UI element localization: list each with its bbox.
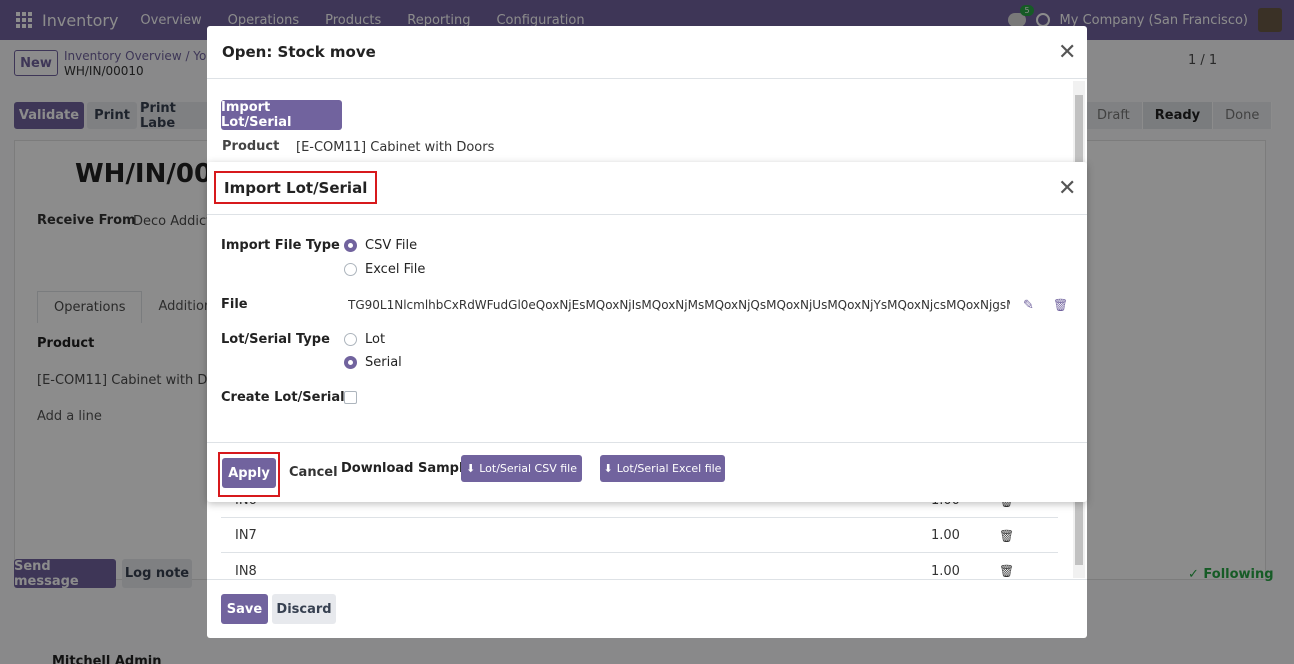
trash-icon[interactable]: 🗑 <box>999 564 1014 578</box>
stock-move-dialog-title: Open: Stock move <box>222 43 376 61</box>
trash-icon[interactable]: 🗑 <box>1053 298 1068 312</box>
import-dialog-header: Import Lot/Serial ✕ <box>207 162 1087 215</box>
radio-button[interactable] <box>344 263 357 276</box>
import-lot-serial-button[interactable]: Import Lot/Serial <box>221 100 342 130</box>
radio-lot[interactable]: Lot <box>344 332 385 347</box>
lot-quantity: 1.00 <box>931 563 960 579</box>
download-icon: ⬇ <box>603 462 613 475</box>
save-button[interactable]: Save <box>221 594 268 624</box>
radio-csv-label: CSV File <box>365 238 418 253</box>
radio-serial[interactable]: Serial <box>344 355 402 370</box>
download-excel-label: Lot/Serial Excel file <box>616 462 722 475</box>
radio-excel-file[interactable]: Excel File <box>344 262 425 277</box>
lot-name: IN7 <box>235 528 257 543</box>
radio-csv-file[interactable]: CSV File <box>344 238 417 253</box>
radio-excel-label: Excel File <box>365 262 426 277</box>
download-csv-label: Lot/Serial CSV file <box>479 462 577 475</box>
create-lot-serial-checkbox[interactable] <box>344 391 357 404</box>
import-file-type-label: Import File Type <box>221 238 340 253</box>
create-lot-serial-label: Create Lot/Serial ? <box>221 390 357 405</box>
file-field[interactable]: TG90L1NlcmlhbCxRdWFudGl0eQoxNjEsMQoxNjIs… <box>348 298 1010 312</box>
discard-button[interactable]: Discard <box>272 594 336 624</box>
radio-lot-label: Lot <box>365 332 386 347</box>
product-value[interactable]: [E-COM11] Cabinet with Doors <box>296 140 494 155</box>
import-lot-serial-dialog: Import Lot/Serial ✕ Import File Type CSV… <box>207 162 1087 502</box>
download-sample-label: Download Sample: <box>341 461 478 476</box>
download-csv-sample-button[interactable]: ⬇ Lot/Serial CSV file <box>461 455 582 482</box>
download-excel-sample-button[interactable]: ⬇ Lot/Serial Excel file <box>600 455 725 482</box>
apply-button[interactable]: Apply <box>222 458 276 488</box>
lot-quantity: 1.00 <box>931 528 960 543</box>
radio-button-checked[interactable] <box>344 239 357 252</box>
radio-serial-label: Serial <box>365 355 402 370</box>
close-icon[interactable]: ✕ <box>1058 178 1076 200</box>
radio-button-checked[interactable] <box>344 356 357 369</box>
pencil-edit-icon[interactable]: ✎ <box>1023 298 1034 313</box>
download-icon: ⬇ <box>466 462 476 475</box>
close-icon[interactable]: ✕ <box>1058 42 1076 64</box>
stock-move-dialog-header: Open: Stock move <box>207 26 1087 79</box>
lot-serial-type-label: Lot/Serial Type <box>221 332 330 347</box>
import-dialog-title: Import Lot/Serial <box>214 171 378 204</box>
stock-move-dialog-footer: Save Discard <box>207 579 1087 638</box>
radio-button[interactable] <box>344 333 357 346</box>
import-dialog-footer: Apply Cancel Download Sample: ⬇ Lot/Seri… <box>207 442 1087 502</box>
cancel-button[interactable]: Cancel <box>289 465 338 480</box>
table-row[interactable]: IN7 1.00 🗑 <box>221 519 1058 553</box>
trash-icon[interactable]: 🗑 <box>999 529 1014 543</box>
product-label: Product <box>222 139 280 154</box>
file-label: File <box>221 297 248 312</box>
lot-name: IN8 <box>235 563 257 579</box>
